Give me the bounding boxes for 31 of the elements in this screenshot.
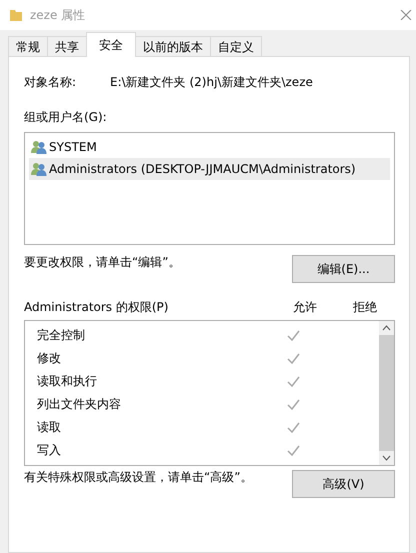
permission-name: 读取和执行 [37,374,97,388]
scroll-up-icon[interactable] [382,325,391,331]
permission-name: 写入 [37,443,61,457]
permission-name: 修改 [37,351,61,365]
permission-name: 完全控制 [37,328,85,342]
advanced-button[interactable]: 高级(V) [292,470,395,498]
object-name-value: E:\新建文件夹 (2)hj\新建文件夹\zeze [110,74,313,91]
users-icon [31,140,47,154]
edit-button[interactable]: 编辑(E)... [292,255,395,283]
allow-header: 允许 [292,299,318,316]
deny-header: 拒绝 [352,299,378,316]
tab[interactable]: 常规 [8,36,48,57]
scroll-thumb[interactable] [379,335,394,451]
tab[interactable]: 自定义 [210,36,262,57]
object-name-label: 对象名称: [24,74,78,91]
permissions-label: Administrators 的权限(P) [24,299,170,316]
tab[interactable]: 安全 [86,32,136,57]
scrollbar[interactable] [379,321,394,465]
user-item[interactable]: SYSTEM [29,136,390,158]
edit-hint: 要更改权限，请单击“编辑”。 [24,254,180,271]
users-label: 组或用户名(G): [24,109,108,126]
user-item[interactable]: Administrators (DESKTOP-JJMAUCM\Administrators) [29,158,390,180]
scroll-down-icon[interactable] [382,455,391,461]
permission-name: 读取 [37,420,61,434]
window-title: zeze 属性 [30,6,86,24]
users-icon [31,162,47,176]
folder-icon [10,9,22,21]
close-icon[interactable] [400,10,412,20]
advanced-hint: 有关特殊权限或高级设置，请单击“高级”。 [24,469,252,486]
user-list[interactable]: SYSTEM Administrators (DESKTOP-JJMAUCM\Administrators) [24,132,395,245]
permission-name: 列出文件夹内容 [37,397,121,411]
